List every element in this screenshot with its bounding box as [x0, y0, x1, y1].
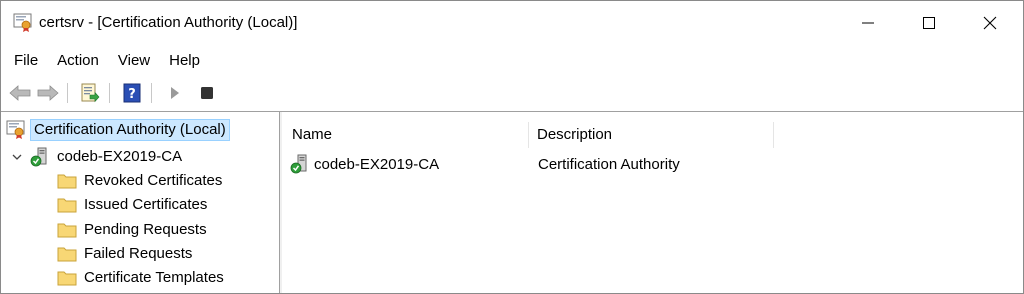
- close-icon: [983, 16, 997, 30]
- folder-icon: [57, 220, 77, 240]
- folder-icon: [57, 268, 77, 288]
- title-bar[interactable]: certsrv - [Certification Authority (Loca…: [1, 1, 1023, 45]
- tree-item-pending-requests[interactable]: Pending Requests: [57, 219, 210, 241]
- back-button[interactable]: [7, 81, 33, 105]
- menu-bar: File Action View Help: [1, 49, 207, 73]
- start-service-button[interactable]: [163, 81, 187, 105]
- forward-arrow-icon: [37, 85, 59, 101]
- tree-item-label: Failed Requests: [84, 245, 193, 262]
- tree-item-label: Certificate Templates: [84, 269, 224, 286]
- close-button[interactable]: [959, 1, 1021, 45]
- toolbar-separator: [109, 83, 110, 103]
- certsrv-icon: [6, 120, 26, 140]
- tree-item-ca[interactable]: codeb-EX2019-CA: [30, 146, 185, 168]
- list-cell-name: codeb-EX2019-CA: [314, 155, 440, 173]
- folder-icon: [57, 244, 77, 264]
- console-tree: Certification Authority (Local) codeb-EX…: [1, 112, 280, 293]
- column-header-description[interactable]: Description: [529, 124, 773, 146]
- result-list: Name Description codeb-EX2019-CA Certifi…: [284, 112, 1023, 293]
- maximize-button[interactable]: [898, 1, 960, 45]
- maximize-icon: [923, 17, 935, 29]
- window-title: certsrv - [Certification Authority (Loca…: [39, 14, 298, 31]
- export-list-button[interactable]: [77, 81, 103, 105]
- toolbar-separator: [67, 83, 68, 103]
- tree-item-issued-certificates[interactable]: Issued Certificates: [57, 194, 210, 216]
- toolbar: ?: [1, 79, 1023, 107]
- back-arrow-icon: [9, 85, 31, 101]
- pane-splitter[interactable]: [280, 112, 282, 293]
- forward-button[interactable]: [35, 81, 61, 105]
- server-ok-icon: [290, 154, 310, 174]
- folder-icon: [57, 171, 77, 191]
- chevron-down-icon[interactable]: [11, 151, 23, 163]
- export-list-icon: [81, 83, 100, 103]
- stop-service-button[interactable]: [195, 81, 219, 105]
- tree-item-label: Revoked Certificates: [84, 172, 223, 189]
- tree-item-label: Pending Requests: [84, 221, 207, 238]
- tree-item-certificate-templates[interactable]: Certificate Templates: [57, 267, 227, 289]
- stop-service-icon: [201, 87, 213, 99]
- certsrv-icon: [13, 13, 32, 32]
- minimize-button[interactable]: [837, 1, 899, 45]
- column-divider[interactable]: [773, 122, 774, 148]
- list-cell-description: Certification Authority: [538, 155, 680, 173]
- help-button[interactable]: ?: [119, 81, 145, 105]
- menu-view[interactable]: View: [111, 49, 157, 73]
- column-header-name[interactable]: Name: [284, 124, 528, 146]
- tree-item-revoked-certificates[interactable]: Revoked Certificates: [57, 170, 225, 192]
- tree-item-label: Certification Authority (Local): [30, 119, 230, 141]
- toolbar-separator: [151, 83, 152, 103]
- tree-item-failed-requests[interactable]: Failed Requests: [57, 243, 195, 265]
- help-icon: ?: [123, 83, 141, 103]
- folder-icon: [57, 195, 77, 215]
- tree-item-ca-local[interactable]: Certification Authority (Local): [6, 119, 230, 141]
- menu-file[interactable]: File: [7, 49, 45, 73]
- minimize-icon: [862, 22, 874, 24]
- menu-help[interactable]: Help: [162, 49, 207, 73]
- tree-item-label: Issued Certificates: [84, 196, 208, 213]
- mmc-window: certsrv - [Certification Authority (Loca…: [0, 0, 1024, 294]
- server-ok-icon: [30, 147, 50, 167]
- menu-action[interactable]: Action: [50, 49, 106, 73]
- start-service-icon: [171, 87, 179, 99]
- tree-item-label: codeb-EX2019-CA: [57, 148, 183, 165]
- list-row[interactable]: codeb-EX2019-CA: [290, 153, 439, 175]
- svg-text:?: ?: [128, 87, 136, 102]
